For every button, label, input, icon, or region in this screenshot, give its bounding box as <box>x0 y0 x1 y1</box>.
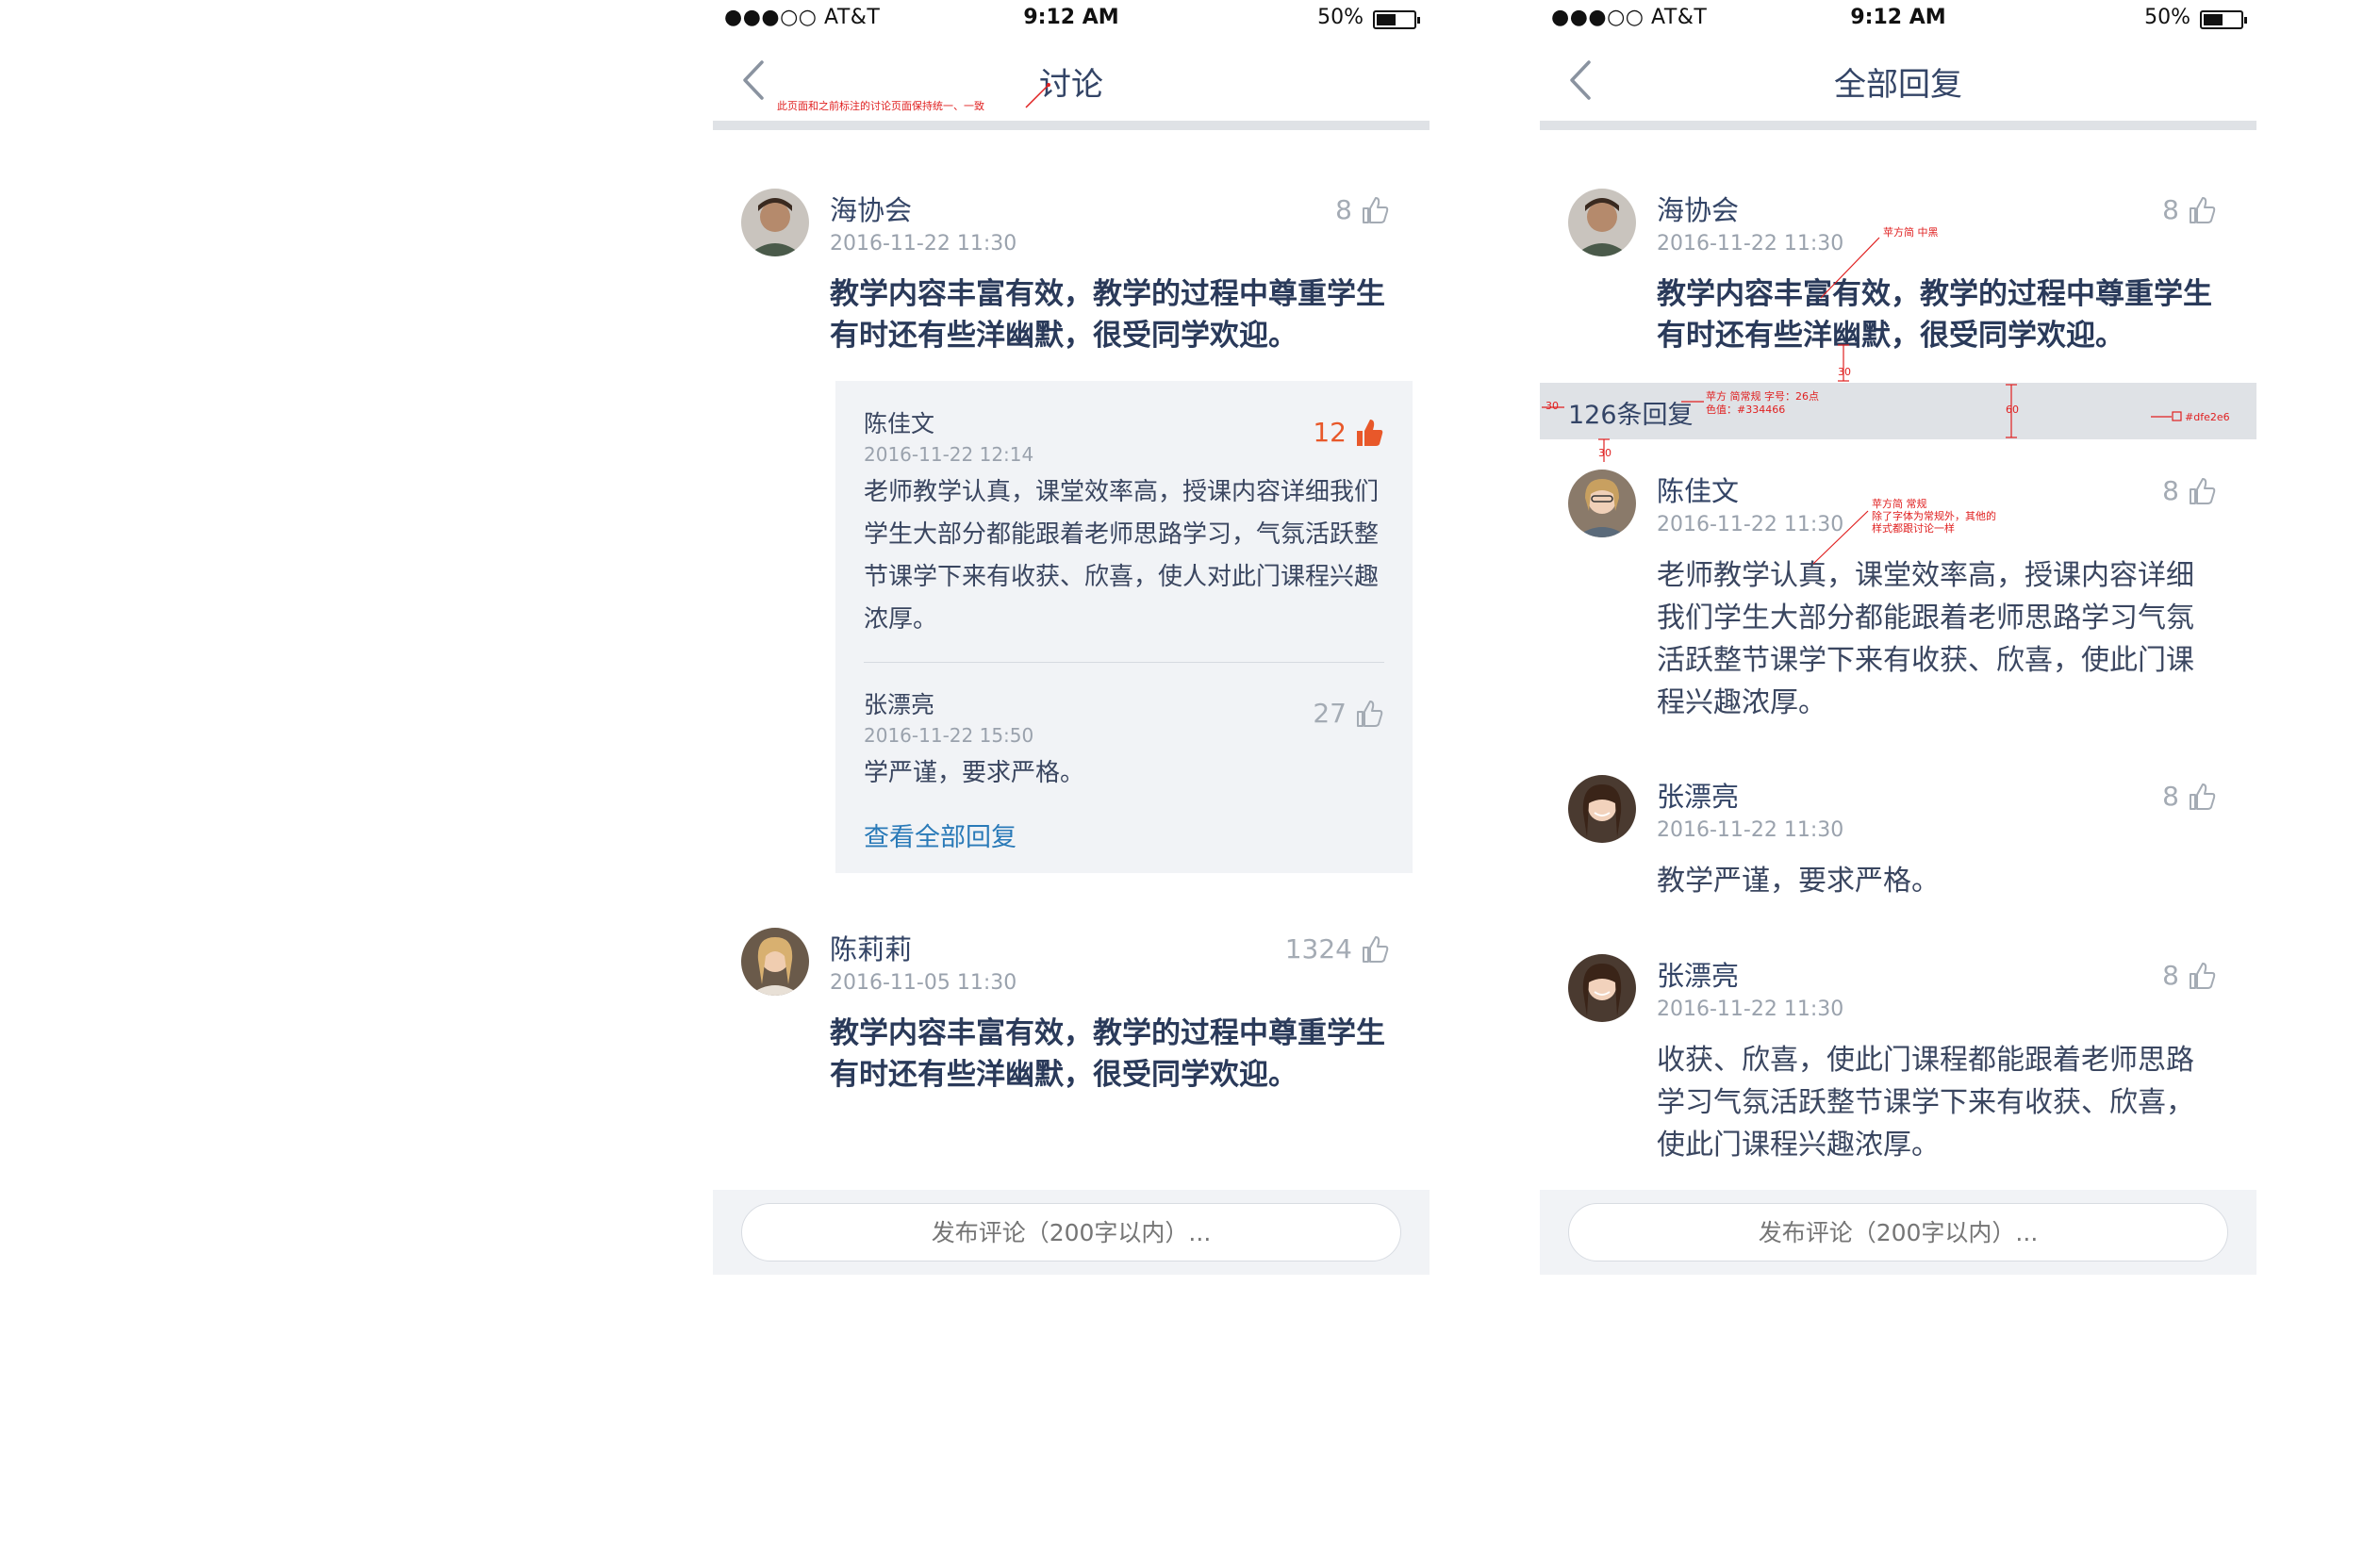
comment-author[interactable]: 海协会 <box>830 189 912 228</box>
reply-divider <box>864 662 1384 663</box>
annotation-reply-note: 样式都跟讨论一样 <box>1872 522 1955 535</box>
like-button[interactable]: 8 <box>2162 960 2217 991</box>
battery-percent: 50% <box>1317 6 1364 29</box>
annotation-title-note: 此页面和之前标注的讨论页面保持统一、一致 <box>777 100 984 112</box>
discussion-screen: ●●●○○ AT&T 9:12 AM 50% 讨论 此页面和之前标注的讨论页面保… <box>713 0 1430 1275</box>
avatar[interactable] <box>1568 470 1636 537</box>
annotation-count-font: 苹方 简常规 字号：26点 <box>1706 390 1819 403</box>
like-button[interactable]: 12 <box>1313 417 1384 448</box>
reply-date: 2016-11-22 11:30 <box>1657 818 1844 842</box>
battery-icon <box>2200 10 2247 29</box>
comment-input[interactable] <box>741 1203 1401 1261</box>
reply-box: 陈佳文 2016-11-22 12:14 老师教学认真，课堂效率高，授课内容详细… <box>835 381 1413 873</box>
avatar[interactable] <box>1568 954 1636 1022</box>
comment-input[interactable] <box>1568 1203 2228 1261</box>
reply-text: 学严谨，要求严格。 <box>864 759 1085 787</box>
like-count: 8 <box>2162 475 2179 506</box>
like-button[interactable]: 8 <box>2162 475 2217 506</box>
annotation-reply-note: 除了字体为常规外，其他的 <box>1872 510 1996 522</box>
avatar[interactable] <box>741 928 809 996</box>
page-title: 全部回复 <box>1834 66 1962 104</box>
battery-icon <box>1373 10 1420 29</box>
thumbs-up-icon <box>1357 700 1383 727</box>
like-count: 1324 <box>1284 933 1352 965</box>
reply-author[interactable]: 张漂亮 <box>1657 954 1739 994</box>
avatar[interactable] <box>1568 775 1636 843</box>
annotation-arrow-icon <box>1025 83 1050 108</box>
comment-input-bar <box>1540 1190 2256 1275</box>
comment-date: 2016-11-05 11:30 <box>830 971 1017 995</box>
like-button[interactable]: 8 <box>2162 194 2217 225</box>
comment-date: 2016-11-22 11:30 <box>1657 232 1844 256</box>
like-button[interactable]: 1324 <box>1285 933 1390 965</box>
reply-author[interactable]: 陈佳文 <box>1657 470 1739 509</box>
like-count: 27 <box>1313 698 1347 729</box>
annotation-bar-height: 60 <box>2006 404 2019 416</box>
comment-text: 教学内容丰富有效，教学的过程中尊重学生有时还有些洋幽默，很受同学欢迎。 <box>1657 277 2212 353</box>
comment-author[interactable]: 海协会 <box>1657 189 1739 228</box>
annotation-font-main: 苹方简 中黑 <box>1883 226 1939 239</box>
reply-text: 老师教学认真，课堂效率高，授课内容详细我们学生大部分都能跟着老师思路学习气氛活跃… <box>1657 559 2194 719</box>
nav-bar: 讨论 此页面和之前标注的讨论页面保持统一、一致 <box>713 38 1430 123</box>
reply-text: 收获、欣喜，使此门课程都能跟着老师思路学习气氛活跃整节课学下来有收获、欣喜，使此… <box>1657 1044 2194 1162</box>
like-button[interactable]: 8 <box>2162 781 2217 812</box>
reply-date: 2016-11-22 15:50 <box>864 724 1034 747</box>
like-count: 8 <box>2162 960 2179 991</box>
reply-count-label: 126条回复 <box>1568 401 1694 430</box>
comment-text: 教学内容丰富有效，教学的过程中尊重学生有时还有些洋幽默，很受同学欢迎。 <box>830 1016 1385 1092</box>
comment-text: 教学内容丰富有效，教学的过程中尊重学生有时还有些洋幽默，很受同学欢迎。 <box>830 277 1385 353</box>
all-replies-screen: ●●●○○ AT&T 9:12 AM 50% 全部回复 海协会 2016-11-… <box>1540 0 2256 1275</box>
battery-percent: 50% <box>2144 6 2190 29</box>
avatar[interactable] <box>1568 189 1636 256</box>
reply-date: 2016-11-22 12:14 <box>864 443 1034 466</box>
like-button[interactable]: 8 <box>1335 194 1390 225</box>
reply-item: 张漂亮 2016-11-22 15:50 学严谨，要求严格。 27 <box>864 686 1384 795</box>
comment-input-bar <box>713 1190 1430 1275</box>
reply-author[interactable]: 张漂亮 <box>864 686 1384 720</box>
thumbs-up-filled-icon <box>1357 419 1383 446</box>
comment-date: 2016-11-22 11:30 <box>830 232 1017 256</box>
reply-text: 老师教学认真，课堂效率高，授课内容详细我们学生大部分都能跟着老师思路学习，气氛活… <box>864 478 1380 634</box>
nav-divider <box>1540 121 2256 130</box>
reply-date: 2016-11-22 11:30 <box>1657 513 1844 536</box>
reply-item: 陈佳文 2016-11-22 12:14 老师教学认真，课堂效率高，授课内容详细… <box>864 405 1384 641</box>
comment-author[interactable]: 陈莉莉 <box>830 928 912 967</box>
reply-count-bar: 126条回复 <box>1540 383 2256 439</box>
nav-bar: 全部回复 <box>1540 38 2256 123</box>
status-bar: ●●●○○ AT&T 9:12 AM 50% <box>1540 0 2256 38</box>
like-count: 12 <box>1313 417 1347 448</box>
annotation-spacing: 30 <box>1598 447 1611 459</box>
thumbs-up-icon <box>2190 477 2216 504</box>
status-bar: ●●●○○ AT&T 9:12 AM 50% <box>713 0 1430 38</box>
thumbs-up-icon <box>1363 935 1389 963</box>
reply-author[interactable]: 陈佳文 <box>864 405 1384 439</box>
annotation-reply-font: 苹方简 常规 <box>1872 498 1927 510</box>
like-count: 8 <box>1335 194 1352 225</box>
thumbs-up-icon <box>2190 196 2216 223</box>
thumbs-up-icon <box>2190 783 2216 810</box>
like-count: 8 <box>2162 781 2179 812</box>
nav-divider <box>713 121 1430 130</box>
reply-author[interactable]: 张漂亮 <box>1657 775 1739 815</box>
annotation-spacing: 30 <box>1838 366 1851 378</box>
like-button[interactable]: 27 <box>1313 698 1384 729</box>
thumbs-up-icon <box>2190 962 2216 989</box>
thumbs-up-icon <box>1363 196 1389 223</box>
view-all-replies-link[interactable]: 查看全部回复 <box>864 816 1016 853</box>
reply-text: 教学严谨，要求严格。 <box>1657 865 1940 898</box>
page-title: 讨论 <box>1039 66 1103 104</box>
like-count: 8 <box>2162 194 2179 225</box>
avatar[interactable] <box>741 189 809 256</box>
annotation-left-margin: 30 <box>1545 400 1559 412</box>
annotation-bar-color: #dfe2e6 <box>2185 411 2230 423</box>
reply-date: 2016-11-22 11:30 <box>1657 998 1844 1021</box>
annotation-count-color: 色值：#334466 <box>1706 404 1786 416</box>
